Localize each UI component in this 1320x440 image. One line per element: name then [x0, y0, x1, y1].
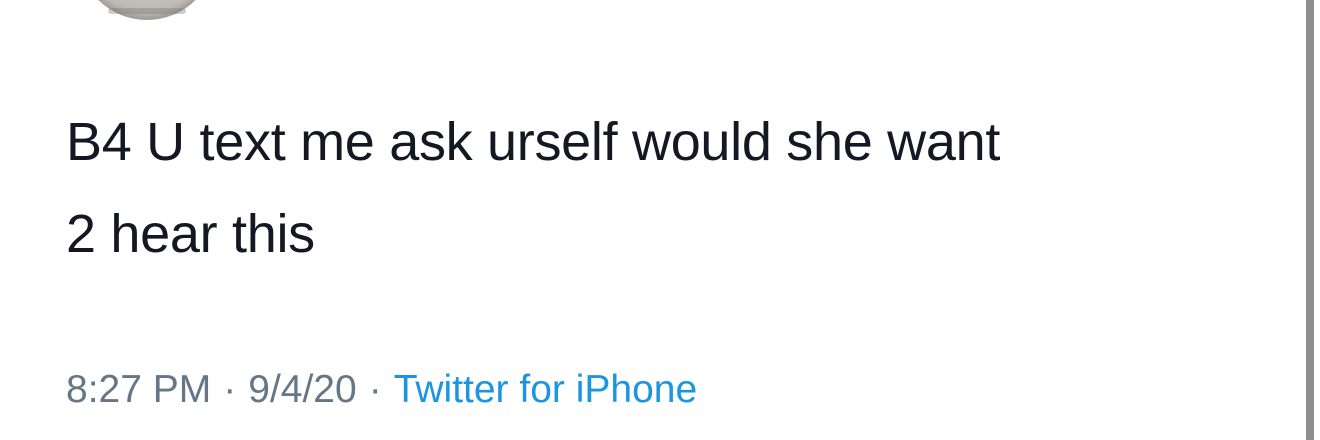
tweet-time: 8:27 PM [66, 368, 212, 411]
avatar[interactable] [78, 0, 216, 20]
scrollbar[interactable] [1306, 0, 1314, 440]
tweet-date[interactable]: 9/4/20 [248, 368, 356, 411]
tweet-source-link[interactable]: Twitter for iPhone [394, 368, 697, 411]
separator-dot: · [223, 368, 237, 411]
tweet-screenshot: B4 U text me ask urself would she want 2… [0, 0, 1320, 440]
tweet-text: B4 U text me ask urself would she want 2… [66, 112, 1001, 264]
tweet-metadata: 8:27 PM · 9/4/20 · Twitter for iPhone [66, 362, 697, 418]
separator-dot: · [368, 368, 382, 411]
